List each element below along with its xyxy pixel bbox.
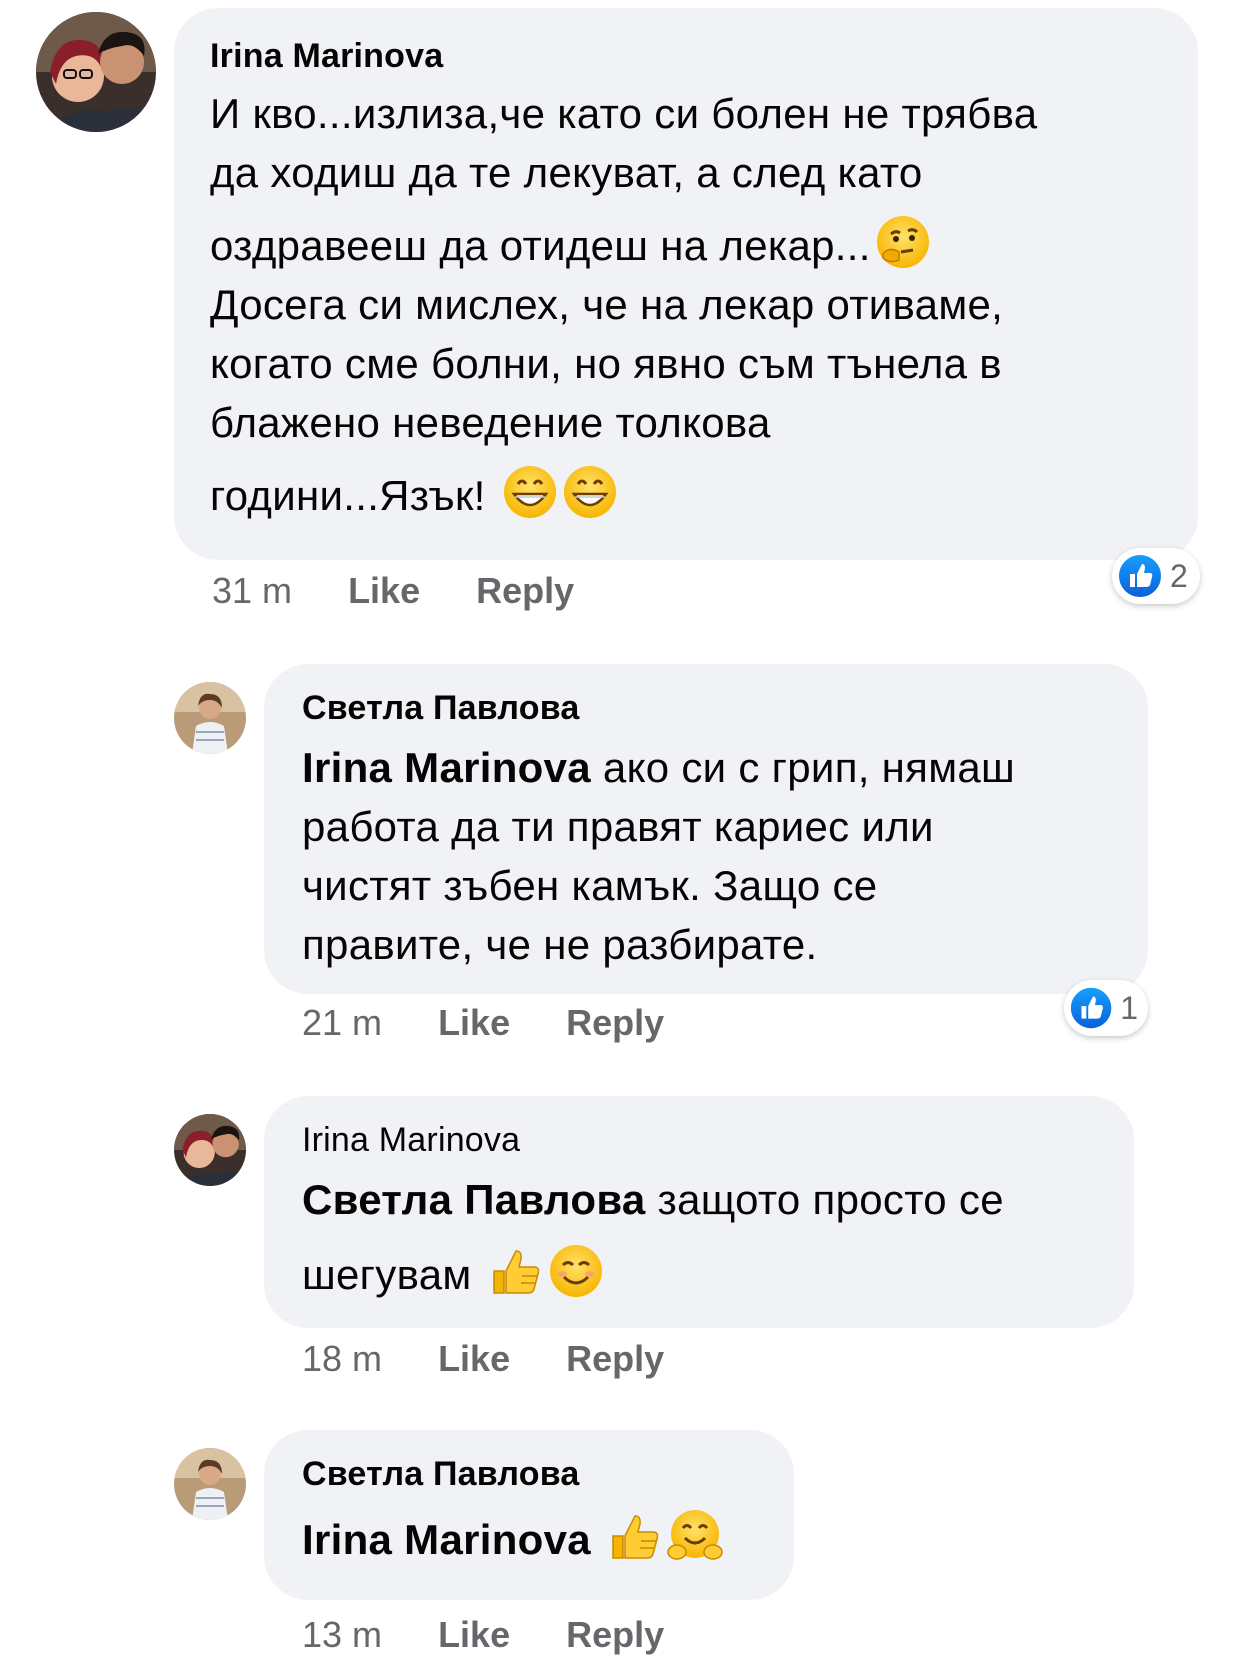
hugging-face-icon: [667, 1508, 723, 1564]
avatar[interactable]: [174, 1448, 246, 1520]
comment-line: защото просто се: [645, 1176, 1004, 1223]
comment-bubble: Irina Marinova Светла Павлова защото про…: [264, 1096, 1134, 1328]
comment-line-row: Irina Marinova ако си с грип, нямаш: [302, 738, 1110, 797]
mention-link[interactable]: Irina Marinova: [302, 744, 591, 791]
comment-line: И кво...излиза,че като си болен не трябв…: [210, 90, 1038, 137]
comment-text: Светла Павлова защото просто се шегувам: [302, 1170, 1096, 1304]
like-reaction-icon: [1068, 984, 1114, 1032]
comment-bubble: Irina Marinova И кво...излиза,че като си…: [174, 8, 1198, 560]
comment-line-row: Светла Павлова защото просто се: [302, 1170, 1096, 1229]
like-button[interactable]: Like: [348, 570, 420, 612]
comment-timestamp[interactable]: 18 m: [302, 1338, 382, 1380]
comment-line: ако си с грип, нямаш: [590, 744, 1016, 791]
reply-button[interactable]: Reply: [566, 1338, 664, 1380]
reaction-summary[interactable]: 1: [1064, 980, 1148, 1036]
avatar[interactable]: [36, 12, 156, 132]
mention-link[interactable]: Irina Marinova: [302, 1516, 591, 1563]
comment-author[interactable]: Светла Павлова: [302, 688, 1110, 728]
comment-author[interactable]: Irina Marinova: [210, 36, 1162, 76]
avatar[interactable]: [174, 682, 246, 754]
comment-timestamp[interactable]: 31 m: [212, 570, 292, 612]
like-button[interactable]: Like: [438, 1002, 510, 1044]
like-reaction-icon: [1116, 552, 1164, 600]
grinning-face-icon: [562, 464, 618, 520]
comment-line: шегувам: [302, 1251, 472, 1298]
comment-bubble: Светла Павлова Irina Marinova: [264, 1430, 794, 1600]
mention-link[interactable]: Светла Павлова: [302, 1176, 646, 1223]
reaction-summary[interactable]: 2: [1112, 548, 1200, 604]
comment-text: Irina Marinova: [302, 1508, 756, 1569]
comment-line: блажено неведение толкова: [210, 399, 771, 446]
like-button[interactable]: Like: [438, 1614, 510, 1656]
comment-line: години...Язък!: [210, 472, 486, 519]
smiling-face-icon: [548, 1243, 604, 1299]
comment-line: правите, че не разбирате.: [302, 921, 818, 968]
comment-line: когато сме болни, но явно съм тънела в: [210, 340, 1002, 387]
thumbs-up-icon: [607, 1508, 663, 1564]
comment-line: чистят зъбен камък. Защо се: [302, 862, 878, 909]
comment-timestamp[interactable]: 13 m: [302, 1614, 382, 1656]
like-button[interactable]: Like: [438, 1338, 510, 1380]
comment-text: Irina Marinova ако си с грип, нямаш рабо…: [302, 738, 1110, 974]
reply-button[interactable]: Reply: [476, 570, 574, 612]
comment-line: Досега си мислех, че на лекар отиваме,: [210, 281, 1004, 328]
comment-timestamp[interactable]: 21 m: [302, 1002, 382, 1044]
comment-author[interactable]: Irina Marinova: [302, 1120, 1096, 1160]
reply-button[interactable]: Reply: [566, 1002, 664, 1044]
comment-meta: 18 m Like Reply: [302, 1338, 710, 1380]
comment-meta: 13 m Like Reply: [302, 1614, 710, 1656]
comment-line-row: години...Язък!: [210, 464, 1162, 525]
comment-bubble: Светла Павлова Irina Marinova ако си с г…: [264, 664, 1148, 994]
reaction-count: 2: [1170, 557, 1188, 594]
reaction-count: 1: [1120, 989, 1138, 1026]
thumbs-up-icon: [488, 1243, 544, 1299]
comment-meta: 21 m Like Reply: [302, 1002, 710, 1044]
grinning-face-icon: [502, 464, 558, 520]
comment-line: работа да ти правят кариес или: [302, 803, 934, 850]
reply-button[interactable]: Reply: [566, 1614, 664, 1656]
comment-line-row: оздравееш да отидеш на лекар...: [210, 214, 1162, 275]
comment-text: И кво...излиза,че като си болен не трябв…: [210, 84, 1162, 525]
comment-line: оздравееш да отидеш на лекар...: [210, 222, 871, 269]
comment-author[interactable]: Светла Павлова: [302, 1454, 756, 1494]
comment-line: да ходиш да те лекуват, а след като: [210, 149, 923, 196]
avatar[interactable]: [174, 1114, 246, 1186]
comment-meta: 31 m Like Reply: [212, 570, 620, 612]
thinking-face-icon: [875, 214, 931, 270]
comment-line-row: шегувам: [302, 1243, 1096, 1304]
